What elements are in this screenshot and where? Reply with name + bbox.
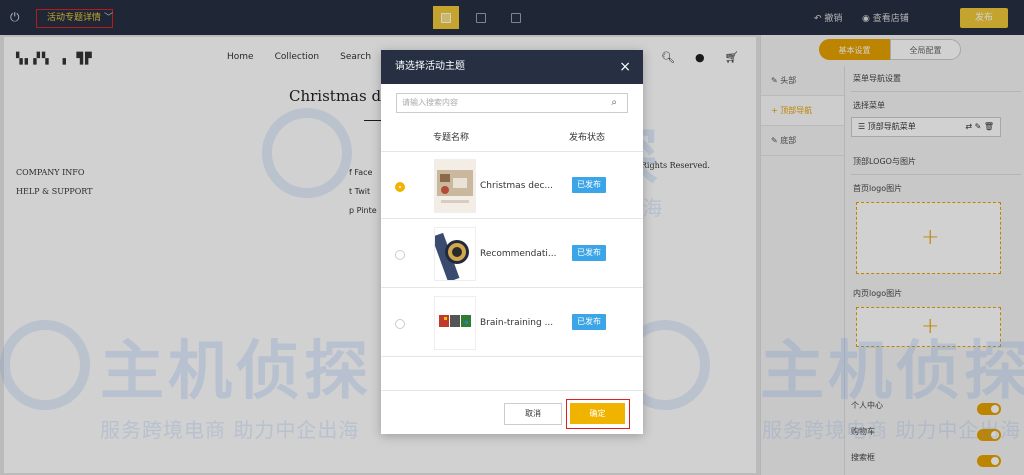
modal-title: 请选择活动主题 bbox=[395, 61, 465, 72]
topic-thumbnail bbox=[434, 296, 476, 350]
topic-name: Recommendati... bbox=[480, 249, 557, 259]
topic-name: Brain-training ... bbox=[480, 318, 554, 328]
status-badge: 已发布 bbox=[572, 245, 606, 261]
modal-footer: 取消 确定 bbox=[381, 390, 643, 434]
status-badge: 已发布 bbox=[572, 177, 606, 193]
radio-button[interactable] bbox=[395, 319, 405, 329]
search-icon[interactable]: ⌕ bbox=[611, 94, 617, 112]
select-topic-modal: 请选择活动主题 × 请输入搜索内容 ⌕ 专题名称 发布状态 Christmas … bbox=[381, 50, 643, 434]
search-input[interactable]: 请输入搜索内容 ⌕ bbox=[396, 93, 628, 113]
cancel-button[interactable]: 取消 bbox=[504, 403, 562, 425]
table-row[interactable]: Recommendati... 已发布 bbox=[381, 220, 643, 288]
radio-button[interactable] bbox=[395, 250, 405, 260]
topic-thumbnail bbox=[434, 159, 476, 213]
confirm-button[interactable]: 确定 bbox=[570, 403, 625, 424]
status-badge: 已发布 bbox=[572, 314, 606, 330]
topic-thumbnail bbox=[431, 227, 476, 283]
table-row[interactable]: Brain-training ... 已发布 bbox=[381, 289, 643, 357]
close-icon[interactable]: × bbox=[619, 50, 631, 84]
radio-button[interactable] bbox=[395, 182, 405, 192]
search-placeholder: 请输入搜索内容 bbox=[402, 98, 458, 107]
confirm-highlight: 确定 bbox=[566, 399, 630, 429]
topic-name: Christmas dec... bbox=[480, 181, 554, 191]
column-header-name: 专题名称 bbox=[433, 133, 470, 143]
column-header-status: 发布状态 bbox=[569, 133, 606, 143]
modal-header: 请选择活动主题 × bbox=[381, 50, 643, 84]
table-row[interactable]: Christmas dec... 已发布 bbox=[381, 151, 643, 219]
